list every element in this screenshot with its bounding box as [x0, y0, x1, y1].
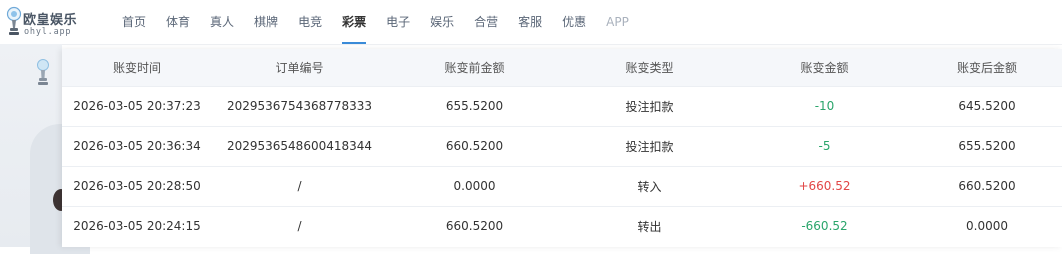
table-row: 2026-03-05 20:28:50 / 0.0000 转入 +660.52 …	[62, 166, 1062, 206]
cell-balance-after: 655.5200	[958, 139, 1016, 153]
nav-item-slots[interactable]: 电子	[376, 0, 420, 44]
nav-item-promotions[interactable]: 优惠	[552, 0, 596, 44]
trophy-watermark-icon	[37, 59, 49, 85]
cell-balance-after: 660.5200	[958, 179, 1016, 193]
nav-item-live[interactable]: 真人	[200, 0, 244, 44]
background-panel	[0, 44, 90, 254]
nav-item-lottery[interactable]: 彩票	[332, 0, 376, 44]
nav-item-partner[interactable]: 合营	[464, 0, 508, 44]
column-header-change-type: 账变类型	[625, 60, 674, 75]
main-nav: 首页 体育 真人 棋牌 电竞 彩票 电子 娱乐 合营 客服 优惠 APP	[112, 0, 639, 44]
cell-change-amount: +660.52	[798, 179, 851, 193]
brand-name: 欧皇娱乐	[23, 13, 78, 28]
cell-order-id: 2029536754368778333	[226, 99, 373, 113]
brand-domain: ohyl.app	[24, 27, 72, 37]
cell-balance-after: 645.5200	[958, 99, 1016, 113]
cell-change-amount: -5	[818, 139, 831, 153]
table-row: 2026-03-05 20:37:23 2029536754368778333 …	[62, 86, 1062, 126]
cell-balance-after: 0.0000	[966, 219, 1008, 234]
brand-logo[interactable]: 欧皇娱乐 ohyl.app	[6, 6, 96, 40]
cell-order-id: /	[297, 219, 302, 234]
cell-change-type: 转出	[637, 219, 662, 234]
nav-item-support[interactable]: 客服	[508, 0, 552, 44]
cell-balance-before: 660.5200	[445, 139, 504, 153]
cell-change-type: 投注扣款	[625, 139, 674, 154]
column-header-time: 账变时间	[112, 60, 161, 75]
cell-time: 2026-03-05 20:28:50	[73, 179, 201, 193]
cell-order-id: /	[297, 179, 302, 193]
cell-change-amount: -10	[814, 99, 835, 113]
cell-time: 2026-03-05 20:37:23	[73, 99, 201, 113]
cell-balance-before: 655.5200	[445, 99, 504, 113]
cell-time: 2026-03-05 20:36:34	[73, 139, 201, 153]
cell-change-type: 转入	[637, 179, 662, 194]
nav-item-cards[interactable]: 棋牌	[244, 0, 288, 44]
nav-item-home[interactable]: 首页	[112, 0, 156, 44]
table-row: 2026-03-05 20:24:15 / 660.5200 转出 -660.5…	[62, 206, 1062, 246]
nav-item-sports[interactable]: 体育	[156, 0, 200, 44]
cell-order-id: 2029536548600418344	[226, 139, 373, 153]
column-header-order-id: 订单编号	[275, 60, 324, 75]
cell-time: 2026-03-05 20:24:15	[73, 219, 201, 234]
table-header-row: 账变时间 订单编号 账变前金额 账变类型 账变金额 账变后金额	[62, 49, 1062, 86]
top-header: 欧皇娱乐 ohyl.app 首页 体育 真人 棋牌 电竞 彩票 电子 娱乐 合营…	[0, 0, 1062, 45]
nav-item-app[interactable]: APP	[596, 0, 639, 44]
cell-change-type: 投注扣款	[625, 99, 674, 114]
nav-item-esports[interactable]: 电竞	[288, 0, 332, 44]
trophy-icon	[6, 6, 22, 35]
table-row: 2026-03-05 20:36:34 2029536548600418344 …	[62, 126, 1062, 166]
account-change-table: 账变时间 订单编号 账变前金额 账变类型 账变金额 账变后金额 2026-03-…	[62, 49, 1062, 247]
nav-item-entertainment[interactable]: 娱乐	[420, 0, 464, 44]
column-header-change-amount: 账变金额	[800, 60, 849, 75]
cell-balance-before: 660.5200	[445, 219, 504, 234]
cell-balance-before: 0.0000	[453, 179, 496, 193]
column-header-balance-after: 账变后金额	[956, 60, 1017, 75]
cell-change-amount: -660.52	[801, 219, 848, 234]
column-header-balance-before: 账变前金额	[444, 60, 505, 75]
